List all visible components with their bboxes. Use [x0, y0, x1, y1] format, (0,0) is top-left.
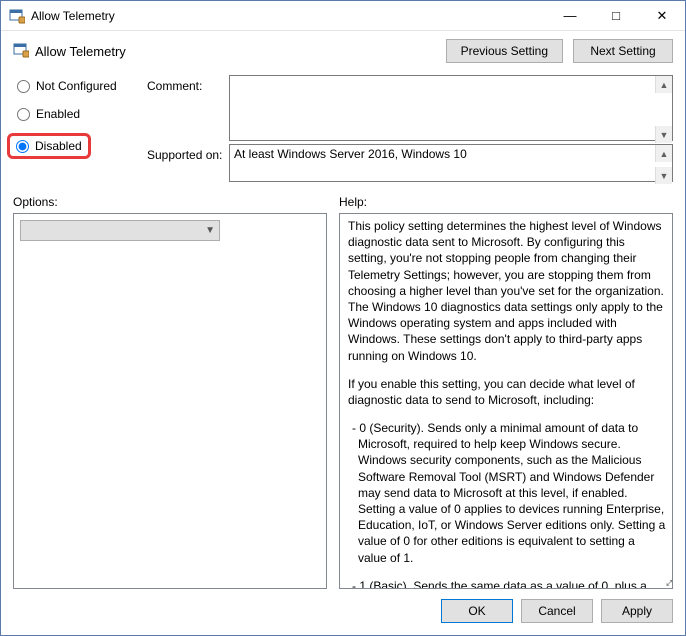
- window-title: Allow Telemetry: [31, 9, 547, 23]
- radio-not-configured-input[interactable]: [17, 80, 30, 93]
- next-setting-button[interactable]: Next Setting: [573, 39, 673, 63]
- comment-wrap: ▲ ▼: [229, 75, 673, 144]
- radio-disabled-input[interactable]: [16, 140, 29, 153]
- previous-setting-button[interactable]: Previous Setting: [446, 39, 563, 63]
- panel-labels: Options: Help:: [1, 193, 685, 213]
- help-paragraph: This policy setting determines the highe…: [348, 218, 666, 364]
- state-radios: Not Configured Enabled Disabled: [13, 75, 143, 159]
- help-bullet: - 0 (Security). Sends only a minimal amo…: [348, 420, 666, 566]
- cancel-button[interactable]: Cancel: [521, 599, 593, 623]
- split-panels: ▼ This policy setting determines the hig…: [1, 213, 685, 589]
- radio-disabled[interactable]: Disabled: [16, 139, 82, 153]
- radio-label: Enabled: [36, 107, 80, 121]
- options-panel: ▼: [13, 213, 327, 589]
- window-buttons: — □ ✕: [547, 1, 685, 30]
- dialog-footer: OK Cancel Apply: [1, 589, 685, 635]
- header-row: Allow Telemetry Previous Setting Next Se…: [1, 31, 685, 75]
- radio-enabled[interactable]: Enabled: [13, 105, 143, 123]
- help-bullet: - 1 (Basic). Sends the same data as a va…: [348, 578, 666, 588]
- policy-icon: [9, 8, 25, 24]
- help-panel: This policy setting determines the highe…: [339, 213, 673, 589]
- radio-not-configured[interactable]: Not Configured: [13, 77, 143, 95]
- scroll-up-icon[interactable]: ▲: [655, 76, 672, 93]
- options-dropdown[interactable]: ▼: [20, 220, 220, 241]
- radio-label: Not Configured: [36, 79, 117, 93]
- highlight-box: Disabled: [7, 133, 91, 159]
- scroll-down-icon[interactable]: ▼: [655, 167, 672, 184]
- radio-enabled-input[interactable]: [17, 108, 30, 121]
- help-label: Help:: [339, 195, 367, 209]
- titlebar: Allow Telemetry — □ ✕: [1, 1, 685, 31]
- minimize-button[interactable]: —: [547, 1, 593, 30]
- chevron-down-icon: ▼: [205, 225, 215, 236]
- help-paragraph: If you enable this setting, you can deci…: [348, 376, 666, 408]
- scroll-up-icon[interactable]: ▲: [655, 145, 672, 162]
- supported-label: Supported on:: [147, 144, 225, 162]
- options-label: Options:: [13, 195, 339, 209]
- config-grid: Not Configured Enabled Disabled Comment:…: [1, 75, 685, 193]
- policy-icon: [13, 42, 29, 61]
- supported-wrap: ▲ ▼: [229, 144, 673, 185]
- apply-button[interactable]: Apply: [601, 599, 673, 623]
- ok-button[interactable]: OK: [441, 599, 513, 623]
- policy-heading: Allow Telemetry: [13, 42, 126, 61]
- radio-label: Disabled: [35, 139, 82, 153]
- supported-text: [229, 144, 673, 182]
- scroll-down-icon[interactable]: ▼: [655, 126, 672, 143]
- policy-name: Allow Telemetry: [35, 44, 126, 59]
- comment-label: Comment:: [147, 75, 225, 93]
- help-text[interactable]: This policy setting determines the highe…: [340, 214, 672, 588]
- comment-input[interactable]: [229, 75, 673, 141]
- maximize-button[interactable]: □: [593, 1, 639, 30]
- close-button[interactable]: ✕: [639, 1, 685, 30]
